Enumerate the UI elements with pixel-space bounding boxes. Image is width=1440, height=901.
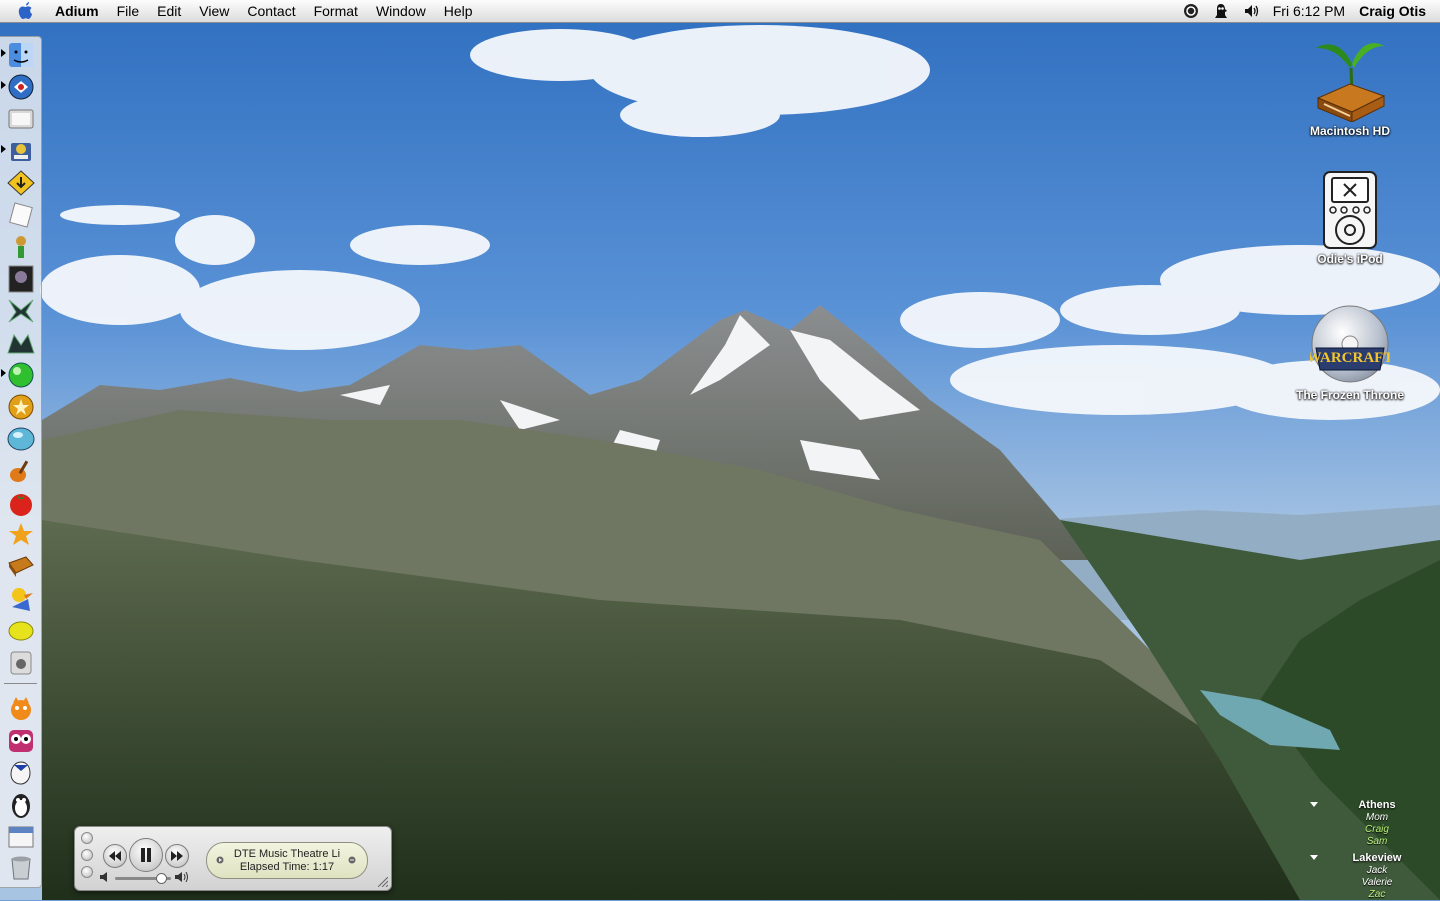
desktop-wallpaper — [0, 0, 1440, 900]
now-playing-display[interactable]: DTE Music Theatre Li Elapsed Time: 1:17 — [206, 842, 368, 879]
safari-icon[interactable] — [6, 105, 36, 133]
itunes-mini-player: DTE Music Theatre Li Elapsed Time: 1:17 — [74, 826, 392, 891]
adium-duck-status-icon[interactable] — [1213, 3, 1229, 19]
menu-app-adium[interactable]: Adium — [46, 0, 108, 22]
desktop-icon-ipod[interactable]: Odie's iPod — [1280, 170, 1420, 268]
window-minimize-button[interactable] — [81, 849, 93, 861]
preferences-icon[interactable] — [6, 137, 36, 165]
menu-file[interactable]: File — [108, 0, 149, 22]
guitar-icon[interactable] — [6, 457, 36, 485]
elapsed-time: Elapsed Time: 1:17 — [239, 861, 335, 873]
flower-icon[interactable] — [6, 521, 36, 549]
volume-slider-knob[interactable] — [156, 873, 167, 884]
duck-icon[interactable] — [6, 585, 36, 613]
menubar-clock[interactable]: Fri 6:12 PM — [1273, 3, 1345, 19]
menu-window[interactable]: Window — [367, 0, 435, 22]
menu-format[interactable]: Format — [305, 0, 367, 22]
track-title: DTE Music Theatre Li — [233, 848, 341, 860]
trash-icon[interactable] — [6, 853, 36, 881]
lcd-toggle-icon[interactable] — [348, 856, 356, 864]
group-name: Athens — [1358, 799, 1396, 811]
news-reader-icon[interactable] — [6, 169, 36, 197]
editor-icon[interactable] — [6, 201, 36, 229]
disclosure-triangle-icon[interactable] — [1310, 802, 1318, 807]
desktop-icon-label: The Frozen Throne — [1296, 388, 1404, 402]
blue-orb-icon[interactable] — [6, 425, 36, 453]
previous-track-button[interactable] — [103, 844, 127, 868]
cat-icon[interactable] — [6, 695, 36, 723]
desktop-icon-label: Odie's iPod — [1317, 252, 1383, 266]
cd-disc-icon: WARCRAFT — [1310, 305, 1390, 383]
owl-icon[interactable] — [6, 727, 36, 755]
contact-sam[interactable]: Sam — [1300, 836, 1440, 848]
desktop-icon-label: Macintosh HD — [1309, 124, 1390, 138]
contact-group-lakeview[interactable]: Lakeview — [1300, 851, 1440, 865]
rewind-icon — [109, 851, 121, 861]
notebook-icon[interactable] — [6, 553, 36, 581]
menu-help[interactable]: Help — [435, 0, 482, 22]
svg-text:WARCRAFT: WARCRAFT — [1310, 350, 1390, 366]
window-zoom-button[interactable] — [81, 866, 93, 878]
chat-duck-icon[interactable] — [6, 759, 36, 787]
resize-grip-icon[interactable] — [378, 877, 388, 887]
tomato-icon[interactable] — [6, 489, 36, 517]
mail-icon[interactable] — [6, 73, 36, 101]
adium-contact-list: Athens Mom Craig Sam Lakeview Jack Valer… — [1300, 798, 1440, 901]
next-track-button[interactable] — [165, 844, 189, 868]
jester-icon[interactable] — [6, 233, 36, 261]
contact-craig[interactable]: Craig — [1300, 824, 1440, 836]
hard-drive-icon — [1316, 43, 1386, 122]
volume-icon[interactable] — [1243, 3, 1259, 19]
menu-bar: Adium File Edit View Contact Format Wind… — [0, 0, 1440, 23]
group-name: Lakeview — [1352, 852, 1402, 864]
pause-icon — [141, 848, 151, 862]
menubar-user-name[interactable]: Craig Otis — [1359, 3, 1426, 19]
sync-status-icon[interactable] — [1183, 3, 1199, 19]
desktop-icon-frozen-throne[interactable]: WARCRAFT The Frozen Throne — [1280, 304, 1420, 404]
contact-mom[interactable]: Mom — [1300, 812, 1440, 824]
penguin-icon[interactable] — [6, 791, 36, 819]
menu-view[interactable]: View — [190, 0, 238, 22]
contact-zac[interactable]: Zac — [1300, 889, 1440, 901]
calendar-icon[interactable] — [6, 823, 36, 851]
desktop-icon-macintosh-hd[interactable]: Macintosh HD — [1280, 34, 1420, 140]
window-close-button[interactable] — [81, 832, 93, 844]
fast-forward-icon — [171, 851, 183, 861]
dock — [0, 36, 42, 888]
menu-contact[interactable]: Contact — [238, 0, 304, 22]
finder-icon[interactable] — [6, 41, 36, 69]
disclosure-triangle-icon[interactable] — [1310, 855, 1318, 860]
volume-low-icon — [100, 872, 107, 882]
contact-valerie[interactable]: Valerie — [1300, 877, 1440, 889]
dock-separator — [4, 683, 37, 684]
lemon-icon[interactable] — [6, 617, 36, 645]
ipod-icon[interactable] — [6, 649, 36, 677]
game-a-icon[interactable] — [6, 265, 36, 293]
ipod-drive-icon — [1323, 171, 1377, 249]
volume-high-icon — [175, 872, 188, 882]
game-b-icon[interactable] — [6, 297, 36, 325]
menu-edit[interactable]: Edit — [148, 0, 190, 22]
green-orb-icon[interactable] — [6, 361, 36, 389]
apple-menu-icon[interactable] — [18, 2, 34, 20]
lcd-play-icon[interactable] — [216, 856, 224, 864]
gold-orb-icon[interactable] — [6, 393, 36, 421]
game-c-icon[interactable] — [6, 329, 36, 357]
contact-jack[interactable]: Jack — [1300, 865, 1440, 877]
play-pause-button[interactable] — [129, 838, 163, 872]
contact-group-athens[interactable]: Athens — [1300, 798, 1440, 812]
